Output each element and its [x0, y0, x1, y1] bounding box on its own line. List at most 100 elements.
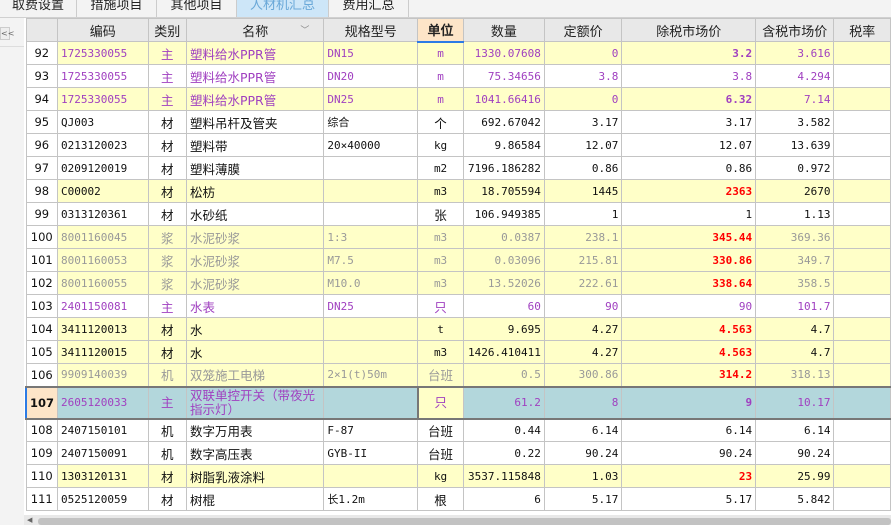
table-row[interactable]: 103 2401150081 主水表 DN25 只 60 90 90 101.7 — [25, 294, 891, 318]
cell-market-price-incl-tax[interactable]: 101.7 — [755, 294, 835, 318]
cell-row-number[interactable]: 109 — [25, 441, 59, 465]
cell-quantity[interactable]: 61.2 — [462, 385, 545, 420]
cell-market-price-excl-tax[interactable]: 330.86 — [621, 248, 757, 272]
table-row[interactable]: 107 2605120033 主双联单控开关（带夜光指示灯） 只 61.2 8 9 10.17 — [25, 385, 891, 420]
cell-quantity[interactable]: 9.86584 — [462, 133, 545, 157]
cell-spec[interactable] — [323, 340, 419, 364]
cell-code[interactable]: C00002 — [57, 179, 149, 203]
table-row[interactable]: 98 C00002 材松枋 m3 18.705594 1445 2363 2670 — [25, 179, 891, 203]
cell-spec[interactable]: 长1.2m — [323, 487, 419, 511]
table-row[interactable]: 109 2407150091 机数字高压表 GYB-II 台班 0.22 90.24 90.2… — [25, 441, 891, 465]
cell-type[interactable]: 材 — [147, 317, 187, 341]
cell-market-price-excl-tax[interactable]: 4.563 — [621, 317, 757, 341]
cell-quantity[interactable]: 0.03096 — [462, 248, 545, 272]
cell-quota-price[interactable]: 90.24 — [543, 441, 623, 465]
cell-code[interactable]: 2407150091 — [57, 441, 149, 465]
tab-3[interactable]: 人材机汇总 — [237, 0, 329, 17]
cell-row-number[interactable]: 103 — [25, 294, 59, 318]
table-row[interactable]: 105 3411120015 材水 m3 1426.410411 4.27 4.563 4.7 — [25, 340, 891, 364]
cell-market-price-excl-tax[interactable]: 3.2 — [621, 41, 757, 65]
cell-name[interactable]: 水泥砂浆 — [185, 271, 325, 295]
cell-name[interactable]: 水泥砂浆 — [185, 248, 325, 272]
scroll-left-icon[interactable]: ◀ — [27, 516, 32, 524]
collapse-panel-button[interactable]: << — [0, 27, 14, 40]
cell-name[interactable]: 水砂纸 — [185, 202, 325, 226]
cell-quota-price[interactable]: 0.86 — [543, 156, 623, 180]
table-row[interactable]: 93 1725330055 主塑料给水PPR管 DN20 m 75.34656 3.8 3.8… — [25, 64, 891, 88]
cell-unit[interactable]: t — [417, 317, 464, 341]
cell-tax-rate[interactable] — [833, 340, 891, 364]
cell-row-number[interactable]: 100 — [25, 225, 59, 249]
cell-spec[interactable] — [323, 464, 419, 488]
cell-name[interactable]: 塑料吊杆及管夹 — [185, 110, 325, 134]
cell-market-price-excl-tax[interactable]: 12.07 — [621, 133, 757, 157]
cell-market-price-incl-tax[interactable]: 0.972 — [755, 156, 835, 180]
cell-tax-rate[interactable] — [833, 64, 891, 88]
cell-tax-rate[interactable] — [833, 133, 891, 157]
cell-type[interactable]: 材 — [147, 110, 187, 134]
cell-quantity[interactable]: 7196.186282 — [462, 156, 545, 180]
cell-market-price-excl-tax[interactable]: 6.32 — [621, 87, 757, 111]
table-row[interactable]: 106 9909140039 机双笼施工电梯 2×1(t)50m 台班 0.5 300.86… — [25, 363, 891, 387]
column-header-row-number[interactable] — [25, 18, 59, 42]
cell-market-price-excl-tax[interactable]: 314.2 — [621, 363, 757, 387]
cell-spec[interactable]: F-87 — [323, 418, 419, 442]
cell-row-number[interactable]: 101 — [25, 248, 59, 272]
cell-type[interactable]: 机 — [147, 418, 187, 442]
cell-unit[interactable]: 只 — [417, 294, 464, 318]
column-header-market-price-excl-tax[interactable]: 除税市场价 — [621, 18, 757, 42]
table-row[interactable]: 99 0313120361 材水砂纸张 106.949385 1 1 1.13 — [25, 202, 891, 226]
cell-row-number[interactable]: 102 — [25, 271, 59, 295]
cell-row-number[interactable]: 93 — [25, 64, 59, 88]
cell-unit[interactable]: m — [417, 41, 464, 65]
cell-market-price-incl-tax[interactable]: 13.639 — [755, 133, 835, 157]
cell-spec[interactable]: 20×40000 — [323, 133, 419, 157]
cell-quantity[interactable]: 75.34656 — [462, 64, 545, 88]
cell-spec[interactable]: 1:3 — [323, 225, 419, 249]
cell-spec[interactable] — [323, 317, 419, 341]
table-row[interactable]: 104 3411120013 材水 t 9.695 4.27 4.563 4.7 — [25, 317, 891, 341]
cell-code[interactable]: 2407150101 — [57, 418, 149, 442]
cell-market-price-incl-tax[interactable]: 1.13 — [755, 202, 835, 226]
cell-code[interactable]: 8001160053 — [57, 248, 149, 272]
cell-quantity[interactable]: 0.5 — [462, 363, 545, 387]
cell-market-price-excl-tax[interactable]: 9 — [621, 385, 757, 420]
cell-code[interactable]: QJ003 — [57, 110, 149, 134]
cell-name[interactable]: 双联单控开关（带夜光指示灯） — [185, 385, 325, 420]
cell-name[interactable]: 塑料带 — [185, 133, 325, 157]
cell-name[interactable]: 双笼施工电梯 — [185, 363, 325, 387]
cell-spec[interactable]: DN25 — [323, 87, 419, 111]
cell-market-price-excl-tax[interactable]: 3.8 — [621, 64, 757, 88]
cell-quantity[interactable]: 1426.410411 — [462, 340, 545, 364]
cell-spec[interactable]: GYB-II — [323, 441, 419, 465]
cell-name[interactable]: 水表 — [185, 294, 325, 318]
cell-market-price-excl-tax[interactable]: 3.17 — [621, 110, 757, 134]
cell-quantity[interactable]: 0.0387 — [462, 225, 545, 249]
cell-tax-rate[interactable] — [833, 317, 891, 341]
horizontal-scrollbar[interactable]: ◀ — [24, 515, 891, 525]
cell-quantity[interactable]: 18.705594 — [462, 179, 545, 203]
cell-code[interactable]: 8001160045 — [57, 225, 149, 249]
cell-market-price-excl-tax[interactable]: 1 — [621, 202, 757, 226]
cell-type[interactable]: 材 — [147, 340, 187, 364]
cell-code[interactable]: 1303120131 — [57, 464, 149, 488]
cell-unit[interactable]: kg — [417, 464, 464, 488]
column-header-market-price-incl-tax[interactable]: 含税市场价 — [755, 18, 835, 42]
cell-code[interactable]: 9909140039 — [57, 363, 149, 387]
cell-quantity[interactable]: 106.949385 — [462, 202, 545, 226]
cell-unit[interactable]: 台班 — [417, 363, 464, 387]
cell-code[interactable]: 1725330055 — [57, 41, 149, 65]
cell-unit[interactable]: kg — [417, 133, 464, 157]
cell-market-price-incl-tax[interactable]: 369.36 — [755, 225, 835, 249]
cell-row-number[interactable]: 105 — [25, 340, 59, 364]
cell-tax-rate[interactable] — [833, 464, 891, 488]
cell-quantity[interactable]: 3537.115848 — [462, 464, 545, 488]
cell-quota-price[interactable]: 215.81 — [543, 248, 623, 272]
cell-market-price-excl-tax[interactable]: 4.563 — [621, 340, 757, 364]
cell-tax-rate[interactable] — [833, 487, 891, 511]
column-header-name[interactable]: 名称 ﹀ — [185, 18, 325, 42]
cell-name[interactable]: 塑料薄膜 — [185, 156, 325, 180]
cell-type[interactable]: 主 — [147, 87, 187, 111]
cell-unit[interactable]: m3 — [417, 340, 464, 364]
cell-market-price-incl-tax[interactable]: 4.7 — [755, 340, 835, 364]
